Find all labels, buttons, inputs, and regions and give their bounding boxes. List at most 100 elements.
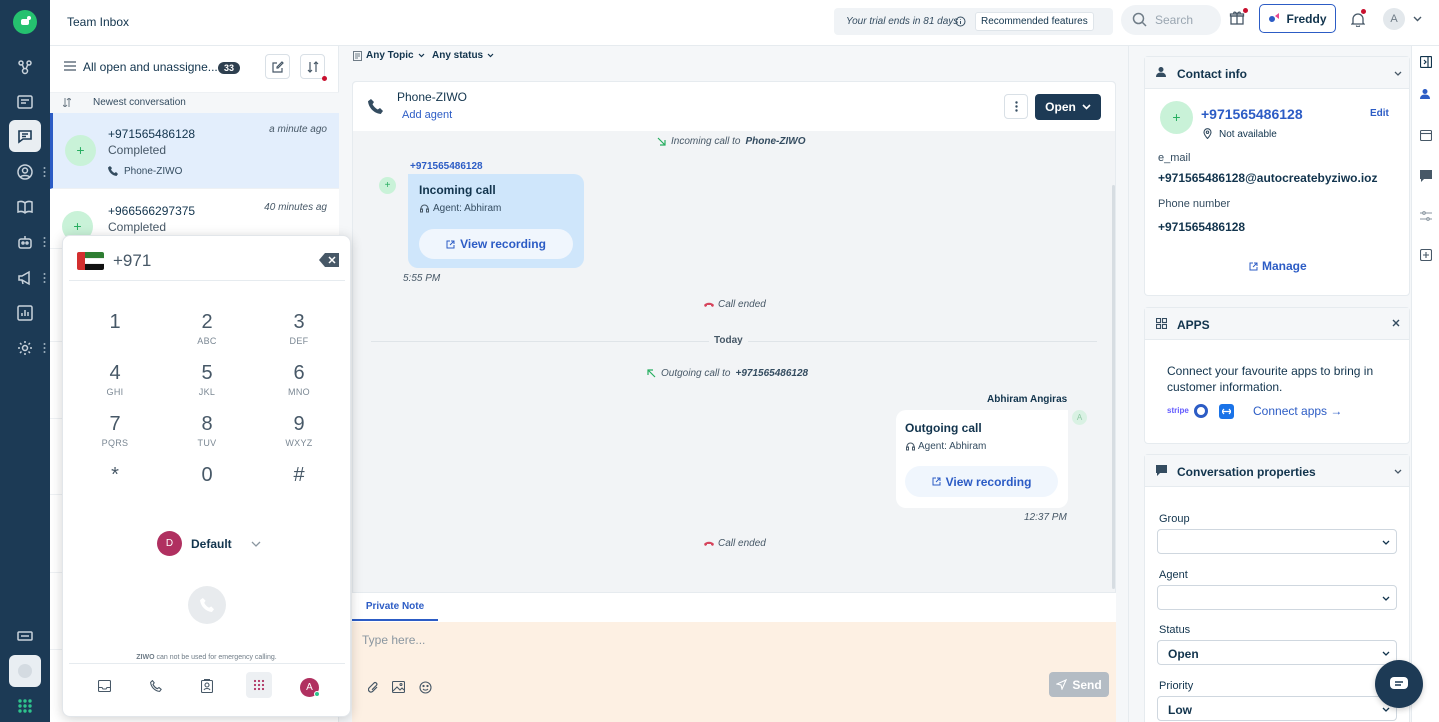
- availability-text: Not available: [1219, 129, 1277, 140]
- conversation-time: a minute ago: [269, 124, 327, 135]
- headset-icon: [420, 204, 429, 213]
- chat-widget-icon: [1390, 677, 1408, 689]
- emoji-icon[interactable]: [419, 681, 432, 694]
- dial-key-8[interactable]: 8 TUV: [177, 413, 237, 448]
- more-dots-icon[interactable]: [43, 272, 46, 284]
- dial-key-5[interactable]: 5 JKL: [177, 362, 237, 397]
- chevron-down-icon[interactable]: [1394, 71, 1402, 76]
- connect-apps-link[interactable]: Connect apps →: [1253, 404, 1342, 418]
- agent-avatar: A: [1072, 410, 1087, 425]
- more-dots-icon[interactable]: [43, 166, 46, 178]
- nav-phone-app-icon[interactable]: [9, 655, 41, 687]
- open-status-button[interactable]: Open: [1035, 94, 1101, 120]
- gift-icon[interactable]: [1229, 8, 1248, 26]
- nav-campaigns-icon[interactable]: [9, 262, 41, 294]
- dial-key-1[interactable]: 1: [85, 311, 145, 336]
- priority-label: Priority: [1159, 680, 1194, 692]
- inbox-tab-icon[interactable]: [98, 680, 111, 692]
- status-select[interactable]: Open: [1157, 640, 1397, 665]
- more-dots-icon[interactable]: [43, 236, 46, 248]
- bubble-agent: Agent: Abhiram: [433, 203, 502, 214]
- dial-key-9[interactable]: 9 WXYZ: [269, 413, 329, 448]
- nav-knowledge-icon[interactable]: [9, 191, 41, 223]
- agent-select[interactable]: [1157, 585, 1397, 610]
- contacts-tab-icon[interactable]: [201, 679, 213, 693]
- view-recording-button[interactable]: View recording: [905, 466, 1058, 497]
- bell-icon[interactable]: [1351, 9, 1366, 27]
- dial-key-4[interactable]: 4 GHI: [85, 362, 145, 397]
- manage-link[interactable]: Manage: [1249, 259, 1307, 273]
- nav-reports-icon[interactable]: [9, 297, 41, 329]
- chat-widget-button[interactable]: [1375, 660, 1423, 708]
- nav-tickets-icon[interactable]: [9, 86, 41, 118]
- user-avatar[interactable]: A: [1383, 8, 1405, 30]
- call-button[interactable]: [188, 586, 226, 624]
- add-app-icon[interactable]: [1420, 249, 1432, 261]
- more-dots-icon[interactable]: [43, 342, 46, 354]
- hamburger-icon[interactable]: [64, 61, 76, 71]
- topic-filter[interactable]: Any Topic: [353, 50, 425, 61]
- properties-header[interactable]: Conversation properties: [1145, 455, 1409, 487]
- dial-key-7[interactable]: 7 PQRS: [85, 413, 145, 448]
- chevron-down-icon: [487, 53, 494, 58]
- more-options-button[interactable]: [1004, 94, 1028, 119]
- chevron-down-icon[interactable]: [1413, 16, 1422, 22]
- contact-info-header[interactable]: Contact info: [1145, 57, 1409, 89]
- edit-contact-link[interactable]: Edit: [1370, 108, 1389, 119]
- priority-select[interactable]: Low: [1157, 696, 1397, 721]
- close-icon[interactable]: [1392, 319, 1400, 327]
- dial-key-letters: PQRS: [101, 438, 129, 448]
- dial-key-3[interactable]: 3 DEF: [269, 311, 329, 346]
- freddy-button[interactable]: Freddy: [1259, 4, 1336, 33]
- sort-order-icon[interactable]: [63, 98, 71, 107]
- image-icon[interactable]: [392, 681, 405, 693]
- dial-key-6[interactable]: 6 MNO: [269, 362, 329, 397]
- compose-button[interactable]: [265, 54, 290, 79]
- add-agent-link[interactable]: Add agent: [402, 109, 452, 121]
- app-switcher-icon[interactable]: [17, 698, 33, 714]
- search-input[interactable]: Search: [1155, 13, 1193, 27]
- event-text: Call ended: [718, 299, 766, 310]
- contact-details-icon[interactable]: [1420, 88, 1432, 100]
- dial-key-hash[interactable]: #: [269, 464, 329, 489]
- dial-key-star[interactable]: *: [85, 464, 145, 489]
- dial-key-2[interactable]: 2 ABC: [177, 311, 237, 346]
- group-select[interactable]: [1157, 529, 1397, 554]
- status-filter[interactable]: Any status: [432, 50, 494, 61]
- view-recording-button[interactable]: View recording: [419, 229, 573, 259]
- calendar-icon[interactable]: [1420, 129, 1432, 141]
- filter-title[interactable]: All open and unassigne...: [83, 60, 218, 74]
- sort-label[interactable]: Newest conversation: [93, 97, 186, 108]
- info-icon[interactable]: [955, 16, 966, 27]
- nav-bots-icon[interactable]: [9, 226, 41, 258]
- dial-key-digit: 9: [293, 413, 305, 435]
- chevron-down-icon[interactable]: [1394, 469, 1402, 474]
- send-icon: [1056, 679, 1068, 690]
- recommended-features-button[interactable]: Recommended features: [975, 12, 1094, 31]
- private-note-tab[interactable]: Private Note: [352, 593, 438, 621]
- send-button[interactable]: Send: [1049, 672, 1109, 697]
- collapse-panel-icon[interactable]: [1420, 56, 1432, 68]
- search-box[interactable]: Search: [1121, 5, 1221, 35]
- nav-ticket-switch-icon[interactable]: [9, 620, 41, 652]
- profile-selector[interactable]: D Default: [157, 531, 261, 556]
- uae-flag-icon[interactable]: [77, 252, 104, 270]
- conversation-item-selected[interactable]: + +971565486128 a minute ago Completed P…: [50, 113, 339, 189]
- backspace-icon[interactable]: [319, 253, 339, 267]
- sliders-icon[interactable]: [1420, 210, 1432, 222]
- app-logo[interactable]: [13, 10, 37, 34]
- calls-tab-icon[interactable]: [150, 680, 162, 692]
- attachment-icon[interactable]: [368, 681, 379, 694]
- scrollbar[interactable]: [1112, 185, 1115, 589]
- keypad-tab[interactable]: [246, 672, 272, 698]
- dial-key-0[interactable]: 0: [177, 464, 237, 489]
- nav-contacts-icon[interactable]: [9, 156, 41, 188]
- nav-inbox-icon[interactable]: [9, 120, 41, 152]
- message-input[interactable]: Type here...: [362, 633, 425, 647]
- nav-dashboard-icon[interactable]: [9, 51, 41, 83]
- dial-number-input[interactable]: +971: [113, 251, 151, 271]
- sort-button[interactable]: [300, 54, 327, 81]
- chat-icon[interactable]: [1420, 170, 1432, 182]
- nav-settings-icon[interactable]: [9, 332, 41, 364]
- chevron-down-icon: [1082, 104, 1091, 110]
